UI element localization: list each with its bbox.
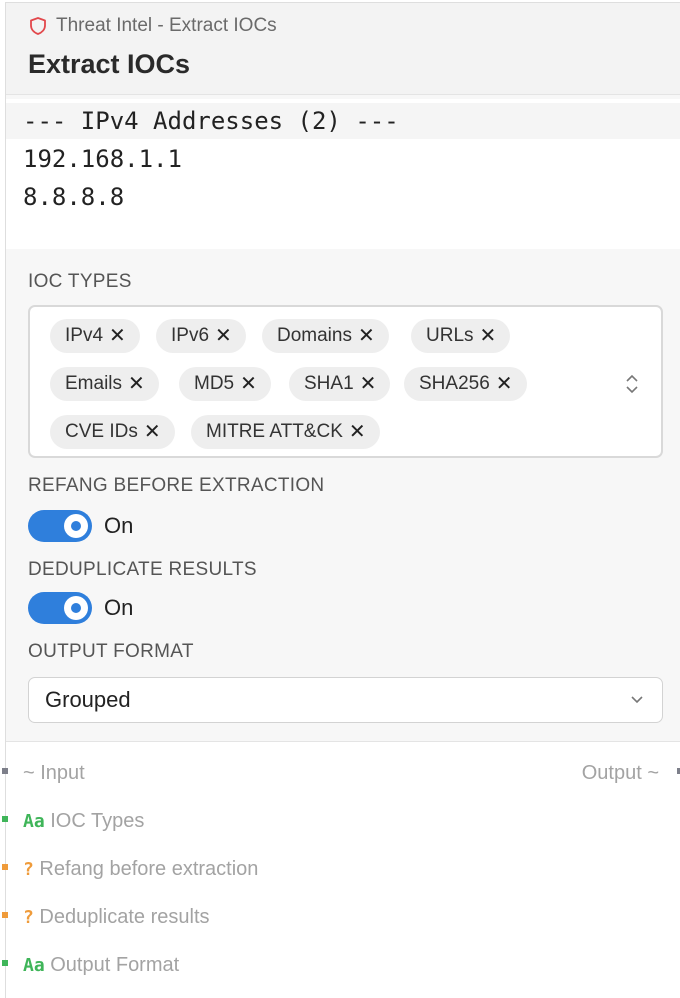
ioc-types-port-handle[interactable]: [2, 816, 8, 822]
close-icon[interactable]: ✕: [128, 367, 145, 401]
input-port-handle[interactable]: [2, 768, 8, 774]
close-icon[interactable]: ✕: [358, 319, 375, 353]
chip-label: IPv4: [65, 325, 104, 346]
output-line: 8.8.8.8: [23, 183, 125, 211]
refang-toggle[interactable]: [28, 510, 92, 542]
breadcrumb: Threat Intel - Extract IOCs: [28, 15, 277, 37]
string-type-icon: Aa: [23, 955, 45, 976]
dedupe-state: On: [104, 595, 134, 620]
output-preview: --- IPv4 Addresses (2) --- 192.168.1.1 8…: [6, 99, 680, 249]
ioc-types-label: IOC TYPES: [28, 271, 132, 292]
port-row-output-format: Aa Output Format: [6, 950, 680, 980]
output-format-label: OUTPUT FORMAT: [28, 641, 194, 662]
port-row-ioc-types: Aa IOC Types: [6, 806, 680, 836]
refang-state: On: [104, 513, 134, 538]
output-line: --- IPv4 Addresses (2) ---: [6, 103, 680, 139]
boolean-type-icon: ?: [23, 859, 34, 880]
close-icon[interactable]: ✕: [144, 415, 161, 449]
chip-label: URLs: [426, 325, 474, 346]
close-icon[interactable]: ✕: [480, 319, 497, 353]
chip-label: Emails: [65, 373, 123, 394]
refang-label: REFANG BEFORE EXTRACTION: [28, 475, 325, 496]
port-row-refang: ? Refang before extraction: [6, 854, 680, 884]
refang-toggle-row: On: [28, 510, 133, 542]
chevron-up-down-icon[interactable]: [625, 373, 639, 395]
chip-label: Domains: [277, 325, 352, 346]
chevron-down-icon: [631, 696, 643, 704]
chip-sha1: SHA1 ✕: [289, 367, 391, 401]
close-icon[interactable]: ✕: [109, 319, 126, 353]
close-icon[interactable]: ✕: [496, 367, 513, 401]
port-row-dedupe: ? Deduplicate results: [6, 902, 680, 932]
shield-icon: [30, 17, 46, 35]
chip-sha256: SHA256 ✕: [404, 367, 527, 401]
port-row-input: ~ Input Output ~: [6, 758, 680, 788]
output-port-label: Output ~: [581, 762, 659, 784]
chip-mitre-attck: MITRE ATT&CK ✕: [191, 415, 380, 449]
output-line: 192.168.1.1: [23, 145, 182, 173]
extract-iocs-node[interactable]: Threat Intel - Extract IOCs Extract IOCs…: [5, 2, 680, 998]
close-icon[interactable]: ✕: [360, 367, 377, 401]
dedupe-toggle[interactable]: [28, 592, 92, 624]
string-type-icon: Aa: [23, 811, 45, 832]
toggle-knob: [64, 514, 88, 538]
port-label: IOC Types: [50, 810, 145, 832]
port-label: Deduplicate results: [39, 906, 210, 928]
boolean-type-icon: ?: [23, 907, 34, 928]
output-format-select[interactable]: Grouped: [28, 677, 663, 723]
output-format-port-handle[interactable]: [2, 960, 8, 966]
node-title: Extract IOCs: [28, 49, 191, 79]
dedupe-label: DEDUPLICATE RESULTS: [28, 559, 257, 580]
chip-emails: Emails ✕: [50, 367, 159, 401]
close-icon[interactable]: ✕: [240, 367, 257, 401]
ports-panel: ~ Input Output ~ Aa IOC Types ? Refang b…: [6, 741, 680, 998]
dedupe-port-handle[interactable]: [2, 912, 8, 918]
close-icon[interactable]: ✕: [215, 319, 232, 353]
chip-label: SHA1: [304, 373, 354, 394]
chip-label: MD5: [194, 373, 235, 394]
close-icon[interactable]: ✕: [349, 415, 366, 449]
chip-label: MITRE ATT&CK: [206, 421, 343, 442]
ioc-types-multiselect[interactable]: IPv4 ✕ IPv6 ✕ Domains ✕ URLs ✕ Emails ✕ …: [28, 305, 663, 458]
chip-label: CVE IDs: [65, 421, 138, 442]
chip-domains: Domains ✕: [262, 319, 389, 353]
chip-ipv4: IPv4 ✕: [50, 319, 140, 353]
chip-ipv6: IPv6 ✕: [156, 319, 246, 353]
output-format-value: Grouped: [45, 687, 131, 712]
chip-urls: URLs ✕: [411, 319, 511, 353]
refang-port-handle[interactable]: [2, 864, 8, 870]
breadcrumb-text: Threat Intel - Extract IOCs: [56, 15, 277, 36]
dedupe-toggle-row: On: [28, 592, 133, 624]
node-header[interactable]: Threat Intel - Extract IOCs Extract IOCs: [6, 3, 680, 95]
chip-label: IPv6: [171, 325, 210, 346]
port-label: Output Format: [50, 954, 180, 976]
toggle-knob: [64, 596, 88, 620]
chip-md5: MD5 ✕: [179, 367, 271, 401]
input-port-label: ~ Input: [23, 762, 85, 784]
port-label: Refang before extraction: [39, 858, 259, 880]
chip-label: SHA256: [419, 373, 490, 394]
chip-cve-ids: CVE IDs ✕: [50, 415, 175, 449]
